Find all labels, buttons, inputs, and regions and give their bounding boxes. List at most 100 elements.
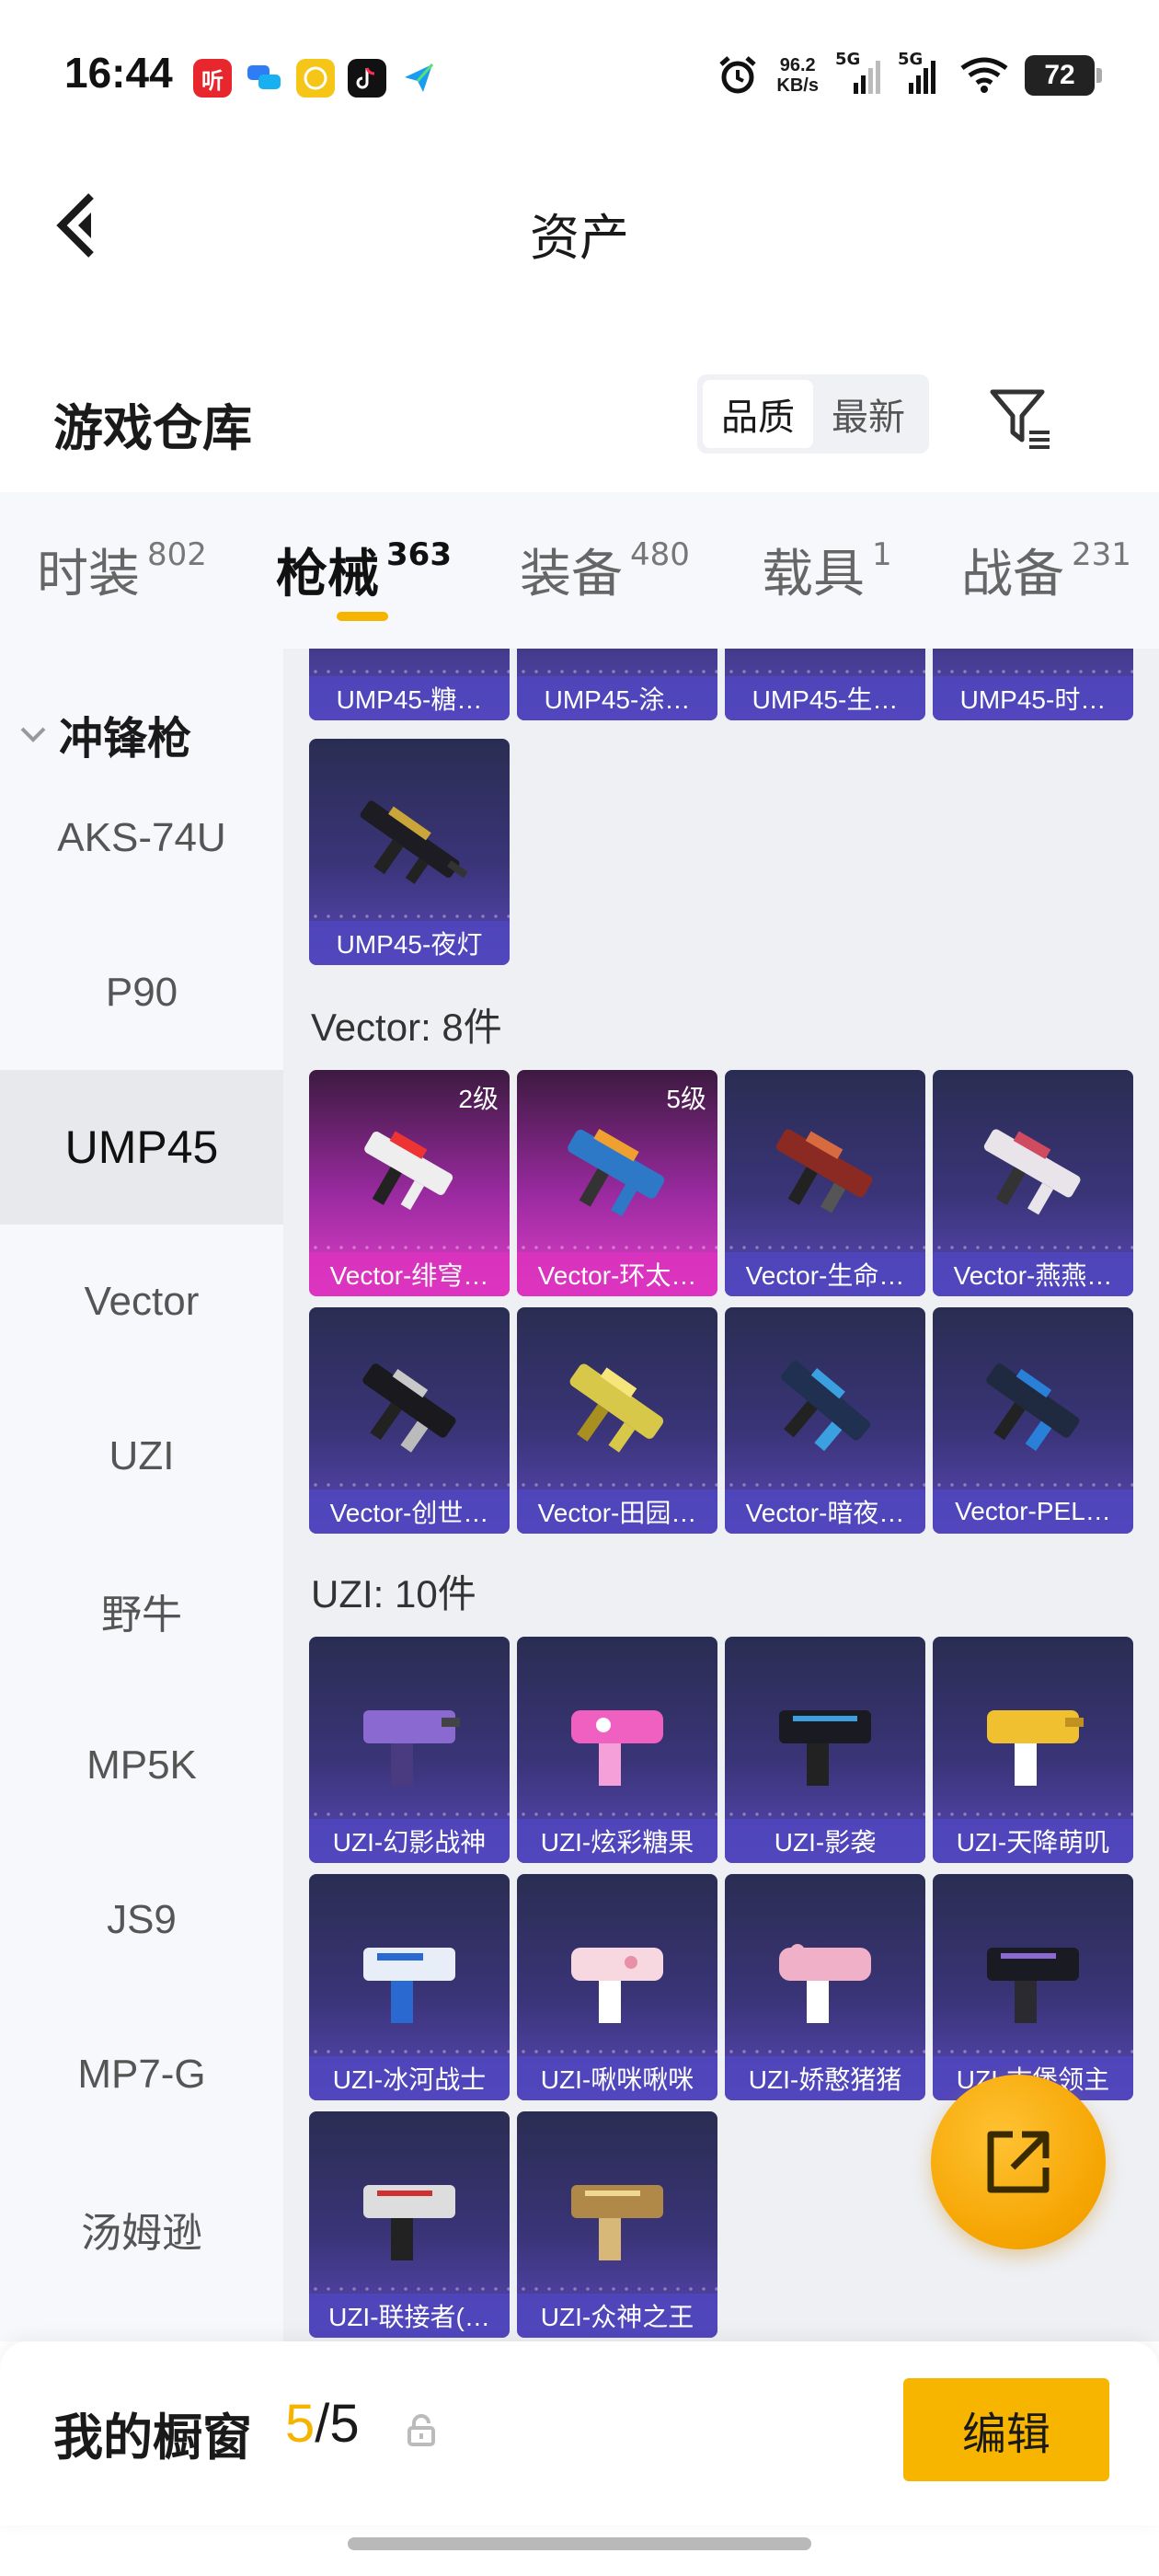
- weapon-name: Vector-绯穹…: [309, 1252, 510, 1296]
- weapon-card[interactable]: UZI-古堡领主: [933, 1874, 1133, 2100]
- nav-bar: 资产: [0, 166, 1159, 285]
- weapon-card[interactable]: UZI-影袭: [725, 1637, 925, 1863]
- sort-option-latest[interactable]: 最新: [813, 380, 924, 448]
- weapon-name: Vector-创世…: [309, 1489, 510, 1534]
- section-title-vector: Vector: 8件: [311, 1006, 502, 1049]
- sidebar-item-mp5k[interactable]: MP5K: [0, 1688, 283, 1843]
- warehouse-title: 游戏仓库: [53, 399, 252, 457]
- sidebar-item-aks74u[interactable]: AKS-74U: [0, 761, 283, 915]
- edit-showcase-button[interactable]: 编辑: [903, 2378, 1109, 2481]
- sidebar-item-ump45[interactable]: UMP45: [0, 1070, 283, 1225]
- sidebar-group-smg[interactable]: 冲锋枪: [18, 702, 191, 766]
- weapon-card[interactable]: Vector-暗夜…: [725, 1307, 925, 1534]
- pistol-smg-icon: [571, 2185, 663, 2260]
- showcase-count: 5/5: [285, 2393, 360, 2455]
- weapon-card[interactable]: 5级 Vector-环太…: [517, 1070, 717, 1296]
- weapon-card[interactable]: Vector-生命…: [725, 1070, 925, 1296]
- weapon-card[interactable]: UZI-联接者(…: [309, 2111, 510, 2338]
- tiktok-notification-icon: [348, 59, 386, 98]
- system-status-icons: 96.2 KB/s 5G 5G 72: [716, 50, 1102, 98]
- weapon-card[interactable]: Vector-燕燕…: [933, 1070, 1133, 1296]
- tab-count: 231: [1072, 536, 1131, 573]
- smg-icon: [364, 1131, 453, 1211]
- tab-count: 802: [147, 536, 207, 573]
- weapon-name: UZI-冰河战士: [309, 2056, 510, 2100]
- weapon-card[interactable]: UZI-啾咪啾咪: [517, 1874, 717, 2100]
- pistol-smg-icon: [779, 1710, 871, 1786]
- weapon-name: UZI-啾咪啾咪: [517, 2056, 717, 2100]
- smg-icon: [775, 1129, 873, 1213]
- sidebar-item-p90[interactable]: P90: [0, 915, 283, 1070]
- weapon-card[interactable]: UMP45-夜灯: [309, 739, 510, 965]
- weapon-card[interactable]: UMP45-时…: [933, 649, 1133, 720]
- weapon-name: UZI-影袭: [725, 1819, 925, 1863]
- smg-icon: [986, 1363, 1080, 1452]
- weapon-card[interactable]: UMP45-涂…: [517, 649, 717, 720]
- tab-gear[interactable]: 战备 231: [961, 533, 1131, 607]
- app-notification-icon: 听: [193, 59, 232, 98]
- weapon-name: Vector-生命…: [725, 1252, 925, 1296]
- weapon-name: UMP45-夜灯: [309, 921, 510, 965]
- filter-button[interactable]: [984, 382, 1058, 455]
- weapon-card[interactable]: UZI-众神之王: [517, 2111, 717, 2338]
- smg-icon: [568, 1129, 665, 1217]
- weapon-card[interactable]: UZI-炫彩糖果: [517, 1637, 717, 1863]
- sidebar-item-mp7g[interactable]: MP7-G: [0, 1997, 283, 2152]
- pistol-smg-icon: [987, 1948, 1079, 2023]
- weapon-card[interactable]: Vector-PEL…: [933, 1307, 1133, 1534]
- pistol-smg-icon: [987, 1710, 1084, 1786]
- share-export-icon: [987, 2131, 1050, 2193]
- weapon-card[interactable]: Vector-田园…: [517, 1307, 717, 1534]
- status-bar: 16:44 听 96.2 KB/s 5G 5G 72: [0, 0, 1159, 138]
- weapon-name: Vector-PEL…: [933, 1489, 1133, 1534]
- pistol-smg-icon: [779, 1944, 871, 2023]
- weapon-name: UZI-天降萌叽: [933, 1819, 1133, 1863]
- weapon-type-sidebar: 冲锋枪 AKS-74U P90 UMP45 Vector UZI 野牛 MP5K…: [0, 649, 283, 2341]
- tab-count: 1: [872, 536, 892, 573]
- sidebar-item-uzi[interactable]: UZI: [0, 1379, 283, 1534]
- weapon-card[interactable]: UZI-幻影战神: [309, 1637, 510, 1863]
- sort-toggle: 品质 最新: [697, 374, 929, 454]
- showcase-max: 5: [329, 2394, 360, 2454]
- smg-icon: [360, 800, 468, 884]
- share-fab-button[interactable]: [931, 2075, 1106, 2249]
- pistol-smg-icon: [571, 1710, 663, 1786]
- sidebar-item-bison[interactable]: 野牛: [0, 1534, 283, 1688]
- tab-count: 363: [386, 536, 452, 573]
- weapon-card[interactable]: 2级 Vector-绯穹…: [309, 1070, 510, 1296]
- signal-icon-sim2: 5G: [898, 50, 944, 96]
- sort-option-quality[interactable]: 品质: [703, 380, 813, 448]
- sidebar-item-js9[interactable]: JS9: [0, 1843, 283, 1997]
- active-tab-indicator: [337, 612, 388, 621]
- weapon-name: UMP45-糖…: [309, 676, 510, 720]
- showcase-current: 5: [285, 2394, 316, 2454]
- sidebar-item-thompson[interactable]: 汤姆逊: [0, 2152, 283, 2306]
- tab-label: 载具: [762, 545, 865, 604]
- tab-label: 枪械: [276, 545, 379, 604]
- weapon-card[interactable]: Vector-创世…: [309, 1307, 510, 1534]
- sidebar-item-vector[interactable]: Vector: [0, 1225, 283, 1379]
- showcase-bar: 我的橱窗 5/5 编辑: [0, 2341, 1159, 2525]
- lock-icon: [407, 2414, 435, 2446]
- category-tabs: 时装 802 枪械 363 装备 480 载具 1 战备 231: [0, 492, 1159, 649]
- weapon-card[interactable]: UZI-冰河战士: [309, 1874, 510, 2100]
- filter-icon: [990, 389, 1050, 449]
- network-speed-unit: KB/s: [776, 75, 819, 96]
- tab-equipment[interactable]: 装备 480: [520, 533, 690, 607]
- notification-icons: 听: [193, 59, 438, 98]
- alarm-icon: [716, 53, 760, 98]
- tab-count: 480: [630, 536, 690, 573]
- weapon-card[interactable]: UZI-天降萌叽: [933, 1637, 1133, 1863]
- tab-label: 装备: [520, 545, 623, 604]
- pistol-smg-icon: [571, 1948, 663, 2023]
- weapon-card[interactable]: UMP45-生…: [725, 649, 925, 720]
- tab-fashion[interactable]: 时装 802: [37, 533, 207, 607]
- signal-icon-sim1: 5G: [835, 50, 881, 96]
- tab-vehicles[interactable]: 载具 1: [762, 533, 892, 607]
- tab-firearms[interactable]: 枪械 363: [276, 533, 452, 607]
- weapon-card[interactable]: UMP45-糖…: [309, 649, 510, 720]
- page-title: 资产: [530, 209, 629, 267]
- weapon-name: UZI-众神之王: [517, 2294, 717, 2338]
- home-indicator[interactable]: [348, 2537, 811, 2550]
- weapon-card[interactable]: UZI-娇憨猪猪: [725, 1874, 925, 2100]
